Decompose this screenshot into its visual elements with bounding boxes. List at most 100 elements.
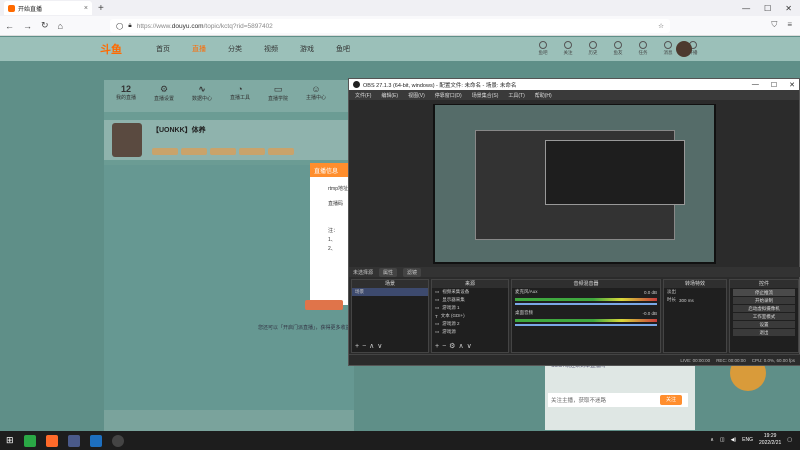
properties-button[interactable]: 属性 xyxy=(379,267,398,277)
source-item[interactable]: ▭ 视频采集设备 xyxy=(432,288,508,296)
source-item[interactable]: ▭ 游戏源 2 xyxy=(432,320,508,328)
obs-maximize-icon[interactable]: ☐ xyxy=(771,81,777,89)
forward-icon[interactable]: → xyxy=(23,21,32,31)
wechat-icon[interactable] xyxy=(23,434,36,447)
nav-games[interactable]: 游戏 xyxy=(300,44,314,54)
obs-menu-view[interactable]: 视图(V) xyxy=(408,92,425,99)
start-icon[interactable]: ⊞ xyxy=(6,435,14,446)
reload-icon[interactable]: ↻ xyxy=(41,20,49,31)
new-tab-button[interactable]: + xyxy=(98,3,104,14)
maximize-icon[interactable]: ☐ xyxy=(764,4,771,13)
scene-actions[interactable]: +−∧∨ xyxy=(355,342,385,350)
url-domain: douyu.com xyxy=(171,22,204,30)
scene-item[interactable]: 场景 xyxy=(352,288,428,296)
settings-button[interactable]: 设置 xyxy=(733,321,795,328)
obs-menu-dock[interactable]: 停靠窗口(D) xyxy=(435,92,462,99)
mic-volume-slider[interactable] xyxy=(515,303,657,305)
shield-toolbar-icon[interactable]: ⛉ xyxy=(771,20,777,30)
creator-category-bar: 12 我的直播 ⚙︎ 直播设置 ∿ 数据中心 ◔ 直播工具 ▭ 直播学院 ☺ 主播中心 xyxy=(104,80,354,112)
tag[interactable] xyxy=(239,148,265,155)
obs-close-icon[interactable]: ✕ xyxy=(789,81,795,89)
studio-mode-button[interactable]: 工作室模式 xyxy=(733,313,795,320)
nav-categories[interactable]: 分类 xyxy=(228,44,242,54)
source-item[interactable]: T 文本 (GDI+) xyxy=(432,312,508,320)
firefox-icon[interactable] xyxy=(45,434,58,447)
transition-select[interactable]: 淡出 xyxy=(664,288,726,296)
source-item[interactable]: ▭ 游戏源 1 xyxy=(432,304,508,312)
mixer-channel-desktop: 桌面音频 -0.0 dB xyxy=(515,310,657,316)
controls-header: 控件 xyxy=(730,280,798,288)
source-item[interactable]: ▭ 游戏源 xyxy=(432,328,508,336)
obs-statusbar: LIVE: 00:00:00 REC: 00:00:00 CPU: 0.0%, … xyxy=(349,354,800,365)
app2-icon[interactable] xyxy=(89,434,102,447)
nav-yuba[interactable]: 鱼吧 xyxy=(336,44,350,54)
obs-minimize-icon[interactable]: — xyxy=(752,81,759,89)
obs-menu-edit[interactable]: 编辑(E) xyxy=(381,92,398,99)
header-icon-yuba[interactable]: 鱼吧 xyxy=(536,41,550,56)
site-logo[interactable]: 斗鱼 xyxy=(100,41,122,57)
filters-button[interactable]: 滤镜 xyxy=(403,267,422,277)
close-tab-icon[interactable]: × xyxy=(84,5,88,12)
browser-tab[interactable]: 开始直播 × xyxy=(4,1,92,15)
transitions-dock: 转场特效 淡出 时长 300 ms xyxy=(663,279,727,353)
obs-menu-scene-collection[interactable]: 场景集合(S) xyxy=(472,92,499,99)
header-icon-messages[interactable]: 消息 xyxy=(661,41,675,56)
cat-item[interactable]: 12 我的直播 xyxy=(112,84,140,108)
audio-mixer-dock: 音频混音器 麦克风/Aux 0.0 dB 桌面音频 -0.0 dB xyxy=(511,279,661,353)
bookmark-star-icon[interactable]: ☆ xyxy=(658,22,664,30)
tray-chevron-icon[interactable]: ∧ xyxy=(710,437,714,443)
app-icon[interactable] xyxy=(67,434,80,447)
tag[interactable] xyxy=(152,148,178,155)
input-lang[interactable]: ENG xyxy=(742,437,753,443)
user-avatar[interactable] xyxy=(676,41,692,57)
header-icon-friends[interactable]: 鱼友 xyxy=(611,41,625,56)
obs-menu-file[interactable]: 文件(F) xyxy=(355,92,371,99)
tag[interactable] xyxy=(181,148,207,155)
desktop-volume-slider[interactable] xyxy=(515,324,657,326)
cat-item[interactable]: ◔ 直播工具 xyxy=(226,84,254,108)
cat-item[interactable]: ⚙︎ 直播设置 xyxy=(150,84,178,108)
obs-window: OBS 27.1.3 (64-bit, windows) - 配置文件: 未命名… xyxy=(348,78,800,366)
minimize-icon[interactable]: — xyxy=(742,4,750,13)
streamer-name: 【UONKK】体养 xyxy=(152,127,206,134)
nav-video[interactable]: 视频 xyxy=(264,44,278,54)
transition-duration[interactable]: 时长 300 ms xyxy=(664,296,726,304)
network-icon[interactable]: ◫ xyxy=(720,437,725,443)
tag[interactable] xyxy=(210,148,236,155)
source-actions[interactable]: +−⚙∧∨ xyxy=(435,342,475,350)
obs-taskbar-icon[interactable] xyxy=(111,434,124,447)
nav-live[interactable]: 直播 xyxy=(192,44,206,54)
cpu-status: CPU: 0.0%, 60.00 fps xyxy=(751,357,795,363)
obs-menu-tools[interactable]: 工具(T) xyxy=(508,92,524,99)
volume-icon[interactable]: ◀) xyxy=(731,437,737,443)
tag[interactable] xyxy=(268,148,294,155)
cat-item[interactable]: ☺ 主播中心 xyxy=(302,84,330,108)
header-icon-history[interactable]: 历史 xyxy=(586,41,600,56)
cat-item[interactable]: ∿ 数据中心 xyxy=(188,84,216,108)
back-icon[interactable]: ← xyxy=(5,21,14,31)
clock-icon xyxy=(589,41,597,49)
exit-button[interactable]: 退出 xyxy=(733,329,795,336)
obs-menu-help[interactable]: 帮助(H) xyxy=(535,92,552,99)
dialog-confirm-button[interactable] xyxy=(305,300,343,310)
close-window-icon[interactable]: ✕ xyxy=(785,4,792,13)
douyu-favicon-icon xyxy=(8,4,15,12)
mixer-channel-mic: 麦克风/Aux 0.0 dB xyxy=(515,289,657,295)
cat-item[interactable]: ▭ 直播学院 xyxy=(264,84,292,108)
clock[interactable]: 19:29 2022/2/21 xyxy=(759,433,781,447)
source-item[interactable]: ▭ 显示器采集 xyxy=(432,296,508,304)
header-icon-follow[interactable]: 关注 xyxy=(561,41,575,56)
menu-icon[interactable]: ≡ xyxy=(787,20,792,30)
nav-home[interactable]: 首页 xyxy=(156,44,170,54)
follow-button[interactable]: 关注 xyxy=(660,395,682,405)
stop-streaming-button[interactable]: 停止推流 xyxy=(733,289,795,296)
notification-icon[interactable]: ▢ xyxy=(787,437,792,443)
start-recording-button[interactable]: 开始录制 xyxy=(733,297,795,304)
message-icon xyxy=(664,41,672,49)
streamer-avatar xyxy=(112,123,142,157)
url-bar[interactable]: ◯ 🔒︎ https://www.douyu.com/topic/kctq?ri… xyxy=(110,19,670,33)
obs-preview[interactable] xyxy=(433,104,716,264)
start-virtual-camera-button[interactable]: 启动虚拟摄像机 xyxy=(733,305,795,312)
home-icon[interactable]: ⌂ xyxy=(58,21,63,31)
header-icon-tasks[interactable]: 任务 xyxy=(636,41,650,56)
